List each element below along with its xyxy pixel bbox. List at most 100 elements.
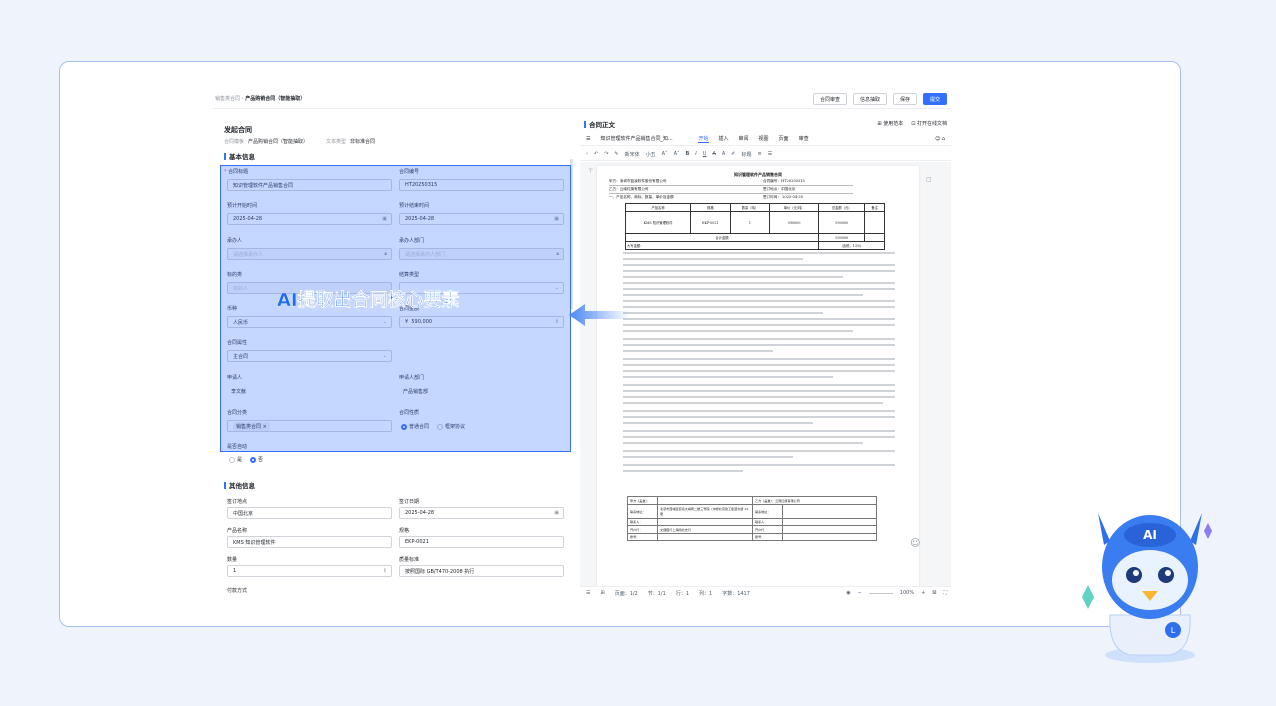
open-online-doc-link[interactable]: ⊡ 打开在线文档 [911, 120, 947, 127]
shrink-font-icon[interactable]: A˅ [674, 151, 680, 157]
list-icon[interactable]: ☰ [768, 151, 772, 157]
tab-insert[interactable]: 插入 [719, 135, 729, 142]
zoom-in-icon[interactable]: + [921, 590, 925, 596]
font-select[interactable]: 新宋体 [625, 151, 640, 158]
table-row: 联系人： 联系人： [627, 517, 877, 526]
use-template-link[interactable]: ⊞ 使用范本 [877, 120, 903, 127]
sign-date-label: 签订日期 [399, 499, 420, 505]
table-cell [657, 532, 753, 541]
page-marker-icon: ⊤ [588, 168, 594, 175]
paper-clause-1: 一、产品名称、商标、数量、单价及金额 [609, 195, 674, 199]
tab-check[interactable]: 审查 [799, 135, 809, 142]
menu-icon[interactable]: ☰ [586, 136, 590, 142]
submit-button[interactable]: 提交 [922, 93, 947, 105]
bank-b-label: 开户行： [752, 525, 783, 534]
table-row: 联系地址： 北京市西城区街道大胡同二楼三号院（中燃北京建工集团大厦 22 层联系地… [627, 503, 877, 519]
table-cell [657, 496, 753, 505]
document-canvas[interactable]: ⊤ ▢ 知识管理软件产品销售合同 甲方：深圳市蓝凌软件股份有限公司 合同编号：HT… [580, 162, 951, 586]
align-icon[interactable]: ≡ [758, 151, 762, 157]
spec-input[interactable]: EKP-0021 [399, 536, 564, 548]
quantity-stepper[interactable]: 1 ⇕ [227, 565, 392, 577]
status-page: 页面：1/2 [614, 590, 638, 597]
fullscreen-icon[interactable]: ⛶ [943, 590, 947, 596]
paper-sign-date: 签订时间： 2025-04-28 [763, 195, 803, 199]
ai-robot-mascot-icon: L AI [1082, 513, 1212, 663]
collapse-icon[interactable]: ‹ [586, 151, 588, 157]
bold-icon[interactable]: B [685, 151, 689, 157]
share-icon[interactable]: ☺ ⌂ [935, 136, 945, 142]
format-painter-icon[interactable]: ✎ [614, 151, 618, 157]
status-section: 节：1/1 [647, 590, 666, 597]
paper-title: 知识管理软件产品销售合同 [734, 172, 782, 177]
table-row: 甲方（盖章）： 乙方（盖章）：云南红旗有限公司 [627, 496, 877, 505]
text-type-value: 非标准合同 [350, 139, 376, 145]
table-cell: 590000 [769, 211, 820, 234]
underline-icon[interactable]: U [703, 151, 707, 157]
form-meta: 合同模板 产品购销合同（智能抽取） 文本类型 非标准合同 [224, 138, 375, 145]
product-name-input[interactable]: KMS 知识管理软件 [227, 536, 392, 548]
paper-header-row: 一、产品名称、商标、数量、单价及金额 签订时间： 2025-04-28 [609, 195, 853, 201]
fit-width-icon[interactable]: ⊠ [932, 590, 936, 596]
upper-amount-value: （含税，13%） [818, 241, 885, 250]
contract-paper: 知识管理软件产品销售合同 甲方：深圳市蓝凌软件股份有限公司 合同编号：HT2025… [597, 166, 919, 586]
comment-icon[interactable]: ▢ [926, 176, 932, 183]
eye-icon[interactable]: ◉ [846, 590, 850, 596]
quality-input[interactable]: 按照国际 GB/T470-2008 执行 [399, 565, 564, 577]
text-type-label: 文本类型 [326, 139, 347, 145]
sign-place-input[interactable]: 中国北京 [227, 507, 392, 519]
quantity-value: 1 [233, 568, 237, 574]
editor-status-bar: ☰ ⊞ 页面：1/2 节：1/1 行：1 列：1 字数：1417 ◉ − 100… [580, 586, 951, 599]
radio-yes[interactable]: 是 [229, 456, 242, 463]
outline-icon[interactable]: ⊞ [600, 590, 604, 596]
grow-font-icon[interactable]: A˄ [662, 151, 668, 157]
zoom-slider[interactable] [868, 593, 893, 594]
subtotal-value: 590000 [818, 233, 866, 242]
italic-icon[interactable]: I [695, 151, 696, 157]
table-cell [864, 233, 885, 242]
info-extract-button[interactable]: 信息抽取 [852, 93, 887, 105]
spec-label: 规格 [399, 528, 410, 534]
highlight-icon[interactable]: ✐ [731, 151, 735, 157]
breadcrumb-root[interactable]: 销售类合同 [215, 96, 240, 102]
heading-select[interactable]: 标题 [742, 151, 752, 158]
radio-no-label: 否 [258, 457, 264, 463]
font-color-icon[interactable]: A [722, 151, 725, 157]
tab-review[interactable]: 审阅 [739, 135, 749, 142]
strikethrough-icon[interactable]: A [712, 151, 715, 157]
addr-label: 联系地址： [627, 503, 658, 519]
arrow-left-icon [569, 304, 629, 326]
table-row: 产品名称 规格 数量（吨） 单价（元/吨） 总金额（元） 备注 [624, 203, 885, 212]
list-view-icon[interactable]: ☰ [586, 590, 590, 596]
upper-amount-label: 大写金额： [624, 241, 820, 250]
radio-dot [229, 456, 235, 463]
undo-icon[interactable]: ↶ [594, 151, 598, 157]
template-label: 合同模板 [224, 139, 245, 145]
auto-renew-radio-group: 是 否 [229, 456, 263, 463]
table-cell: 590000 [818, 211, 866, 234]
tab-home[interactable]: 开始 [698, 135, 709, 143]
size-select[interactable]: 小五 [646, 151, 656, 158]
product-name-label: 产品名称 [227, 528, 248, 534]
paper-contract-no: 合同编号：HT20250315 [763, 179, 805, 183]
radio-dot-checked [250, 456, 257, 463]
sign-date-input[interactable]: 2025-04-28 ▣ [399, 507, 564, 519]
radio-no[interactable]: 否 [250, 456, 263, 463]
table-header-cell: 产品名称 [624, 203, 692, 212]
contract-document-panel: 合同正文 ⊞ 使用范本 ⊡ 打开在线文档 ☰ 知识管理软件产品销售合同_知...… [580, 116, 951, 599]
sign-b-label: 乙方（盖章）：云南红旗有限公司 [752, 496, 877, 505]
stepper-icon[interactable]: ⇕ [383, 568, 387, 574]
breadcrumb-current: 产品购销合同（智能抽取） [245, 96, 306, 102]
table-cell [782, 503, 877, 519]
bank-value: 交通银行上海闸北支行 [657, 525, 753, 534]
table-header-cell: 数量（吨） [729, 203, 771, 212]
assistant-icon[interactable]: ☺ [910, 538, 920, 549]
table-cell [782, 532, 877, 541]
tab-page[interactable]: 页面 [779, 135, 789, 142]
tab-view[interactable]: 视图 [759, 135, 769, 142]
other-info-heading: 其他信息 [224, 480, 255, 490]
redo-icon[interactable]: ↷ [604, 151, 608, 157]
contract-review-button[interactable]: 合同审查 [812, 93, 847, 105]
zoom-out-icon[interactable]: − [858, 590, 862, 596]
save-button[interactable]: 保存 [892, 93, 917, 105]
format-toolbar: ‹ ↶ ↷ ✎ 新宋体 小五 A˄ A˅ B I U A A ✐ 标题 ≡ ☰ [580, 148, 951, 161]
